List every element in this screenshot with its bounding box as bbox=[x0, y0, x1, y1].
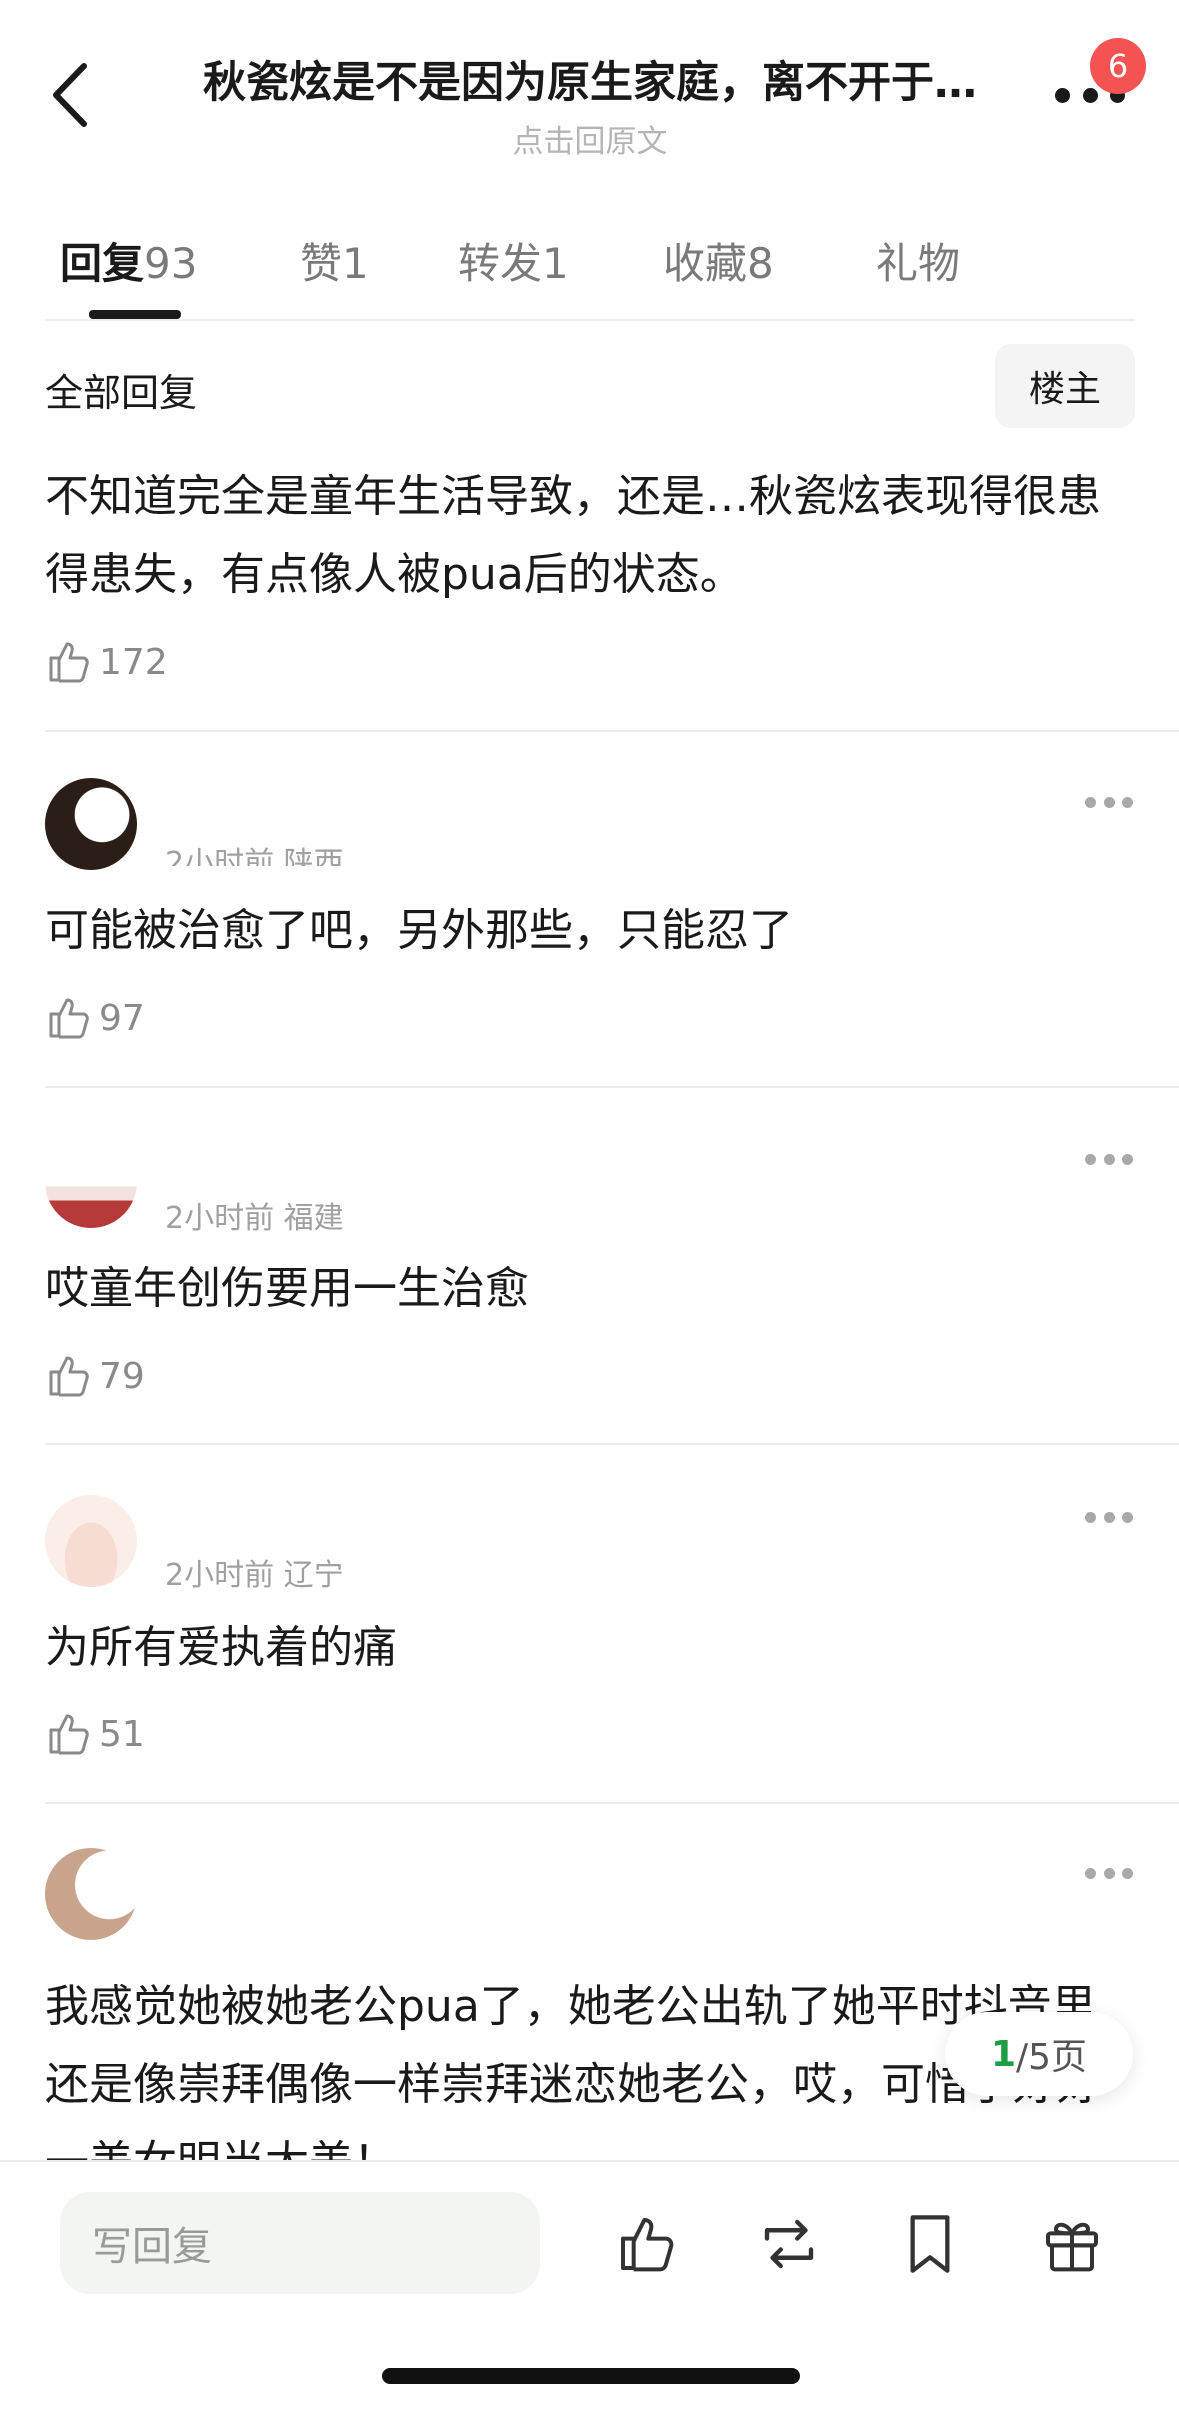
avatar[interactable] bbox=[45, 1495, 137, 1587]
back-to-original-link[interactable]: 点击回原文 bbox=[160, 116, 1020, 161]
bottom-action-bar: 写回复 bbox=[0, 2160, 1179, 2409]
comment-text[interactable]: 可能被治愈了吧，另外那些，只能忍了 bbox=[45, 892, 1135, 970]
tab-label: 回复 bbox=[60, 239, 145, 288]
like-button[interactable]: 79 bbox=[45, 1346, 145, 1406]
notification-badge: 6 bbox=[1090, 38, 1146, 94]
gift-icon[interactable] bbox=[1032, 2204, 1112, 2284]
like-count: 172 bbox=[99, 641, 168, 683]
active-tab-indicator bbox=[89, 310, 181, 319]
top-nav-bar: 秋瓷炫是不是因为原生家庭，离不开于… 点击回原文 6 bbox=[0, 0, 1179, 180]
comment-meta: 2小时前 福建 bbox=[165, 1201, 344, 1236]
page-indicator[interactable]: 1/5页 bbox=[945, 2012, 1133, 2096]
like-count: 51 bbox=[99, 1713, 145, 1755]
avatar[interactable] bbox=[45, 1848, 137, 1940]
post-title-area[interactable]: 秋瓷炫是不是因为原生家庭，离不开于… 点击回原文 bbox=[160, 48, 1020, 161]
tab-count: 1 bbox=[542, 239, 569, 288]
thumbs-up-icon[interactable] bbox=[607, 2204, 687, 2284]
comment-more-icon[interactable] bbox=[1085, 1152, 1133, 1166]
comment-divider bbox=[45, 1802, 1179, 1804]
like-count: 79 bbox=[99, 1355, 145, 1397]
total-pages: /5页 bbox=[1016, 2037, 1088, 2078]
tab-likes[interactable]: 赞1 bbox=[300, 230, 369, 291]
like-button[interactable]: 97 bbox=[45, 988, 145, 1048]
home-indicator bbox=[382, 2368, 800, 2384]
comment-divider bbox=[45, 1086, 1179, 1088]
comment-meta: 2小时前 陕西 bbox=[165, 846, 344, 866]
tab-label: 转发 bbox=[458, 239, 543, 288]
comment-more-icon[interactable] bbox=[1085, 1866, 1133, 1880]
reply-input[interactable]: 写回复 bbox=[60, 2192, 540, 2294]
thumbs-up-icon bbox=[49, 642, 89, 683]
repost-icon[interactable] bbox=[749, 2204, 829, 2284]
avatar[interactable] bbox=[45, 778, 137, 870]
tab-count: 93 bbox=[144, 239, 198, 288]
bookmark-icon[interactable] bbox=[890, 2204, 970, 2284]
avatar[interactable] bbox=[45, 1136, 137, 1228]
tab-divider bbox=[45, 319, 1135, 321]
like-button[interactable]: 51 bbox=[45, 1704, 145, 1764]
tab-count: 8 bbox=[747, 239, 774, 288]
back-arrow-icon bbox=[53, 63, 87, 127]
thumbs-up-icon bbox=[49, 1356, 89, 1397]
current-page: 1 bbox=[990, 2033, 1016, 2075]
comment-text[interactable]: 为所有爱执着的痛 bbox=[45, 1609, 1135, 1687]
tab-reposts[interactable]: 转发1 bbox=[458, 230, 569, 291]
post-title[interactable]: 秋瓷炫是不是因为原生家庭，离不开于… bbox=[160, 48, 1020, 110]
all-replies-label: 全部回复 bbox=[45, 371, 198, 415]
tab-favorites[interactable]: 收藏8 bbox=[663, 230, 774, 291]
back-button[interactable] bbox=[40, 55, 100, 135]
comment-more-icon[interactable] bbox=[1085, 1510, 1133, 1524]
tab-gifts[interactable]: 礼物 bbox=[876, 230, 960, 291]
comment-divider bbox=[45, 730, 1179, 732]
like-button[interactable]: 172 bbox=[45, 632, 168, 692]
tab-label: 收藏 bbox=[663, 239, 748, 288]
thumbs-up-icon bbox=[49, 1714, 89, 1755]
comment-divider bbox=[45, 1443, 1179, 1445]
tab-replies[interactable]: 回复93 bbox=[60, 230, 197, 291]
tab-count: 1 bbox=[342, 239, 369, 288]
owner-only-button[interactable]: 楼主 bbox=[995, 344, 1135, 428]
thumbs-up-icon bbox=[49, 998, 89, 1039]
comment-more-icon[interactable] bbox=[1085, 795, 1133, 809]
tab-label: 礼物 bbox=[876, 239, 961, 288]
like-count: 97 bbox=[99, 997, 145, 1039]
tab-bar: 回复93 赞1 转发1 收藏8 礼物 bbox=[0, 210, 1179, 320]
comment-text[interactable]: 不知道完全是童年生活导致，还是…秋瓷炫表现得很患得患失，有点像人被pua后的状态… bbox=[45, 458, 1135, 614]
comment-text[interactable]: 哎童年创伤要用一生治愈 bbox=[45, 1250, 1135, 1328]
tab-label: 赞 bbox=[300, 239, 343, 288]
comment-meta: 2小时前 辽宁 bbox=[165, 1558, 344, 1593]
